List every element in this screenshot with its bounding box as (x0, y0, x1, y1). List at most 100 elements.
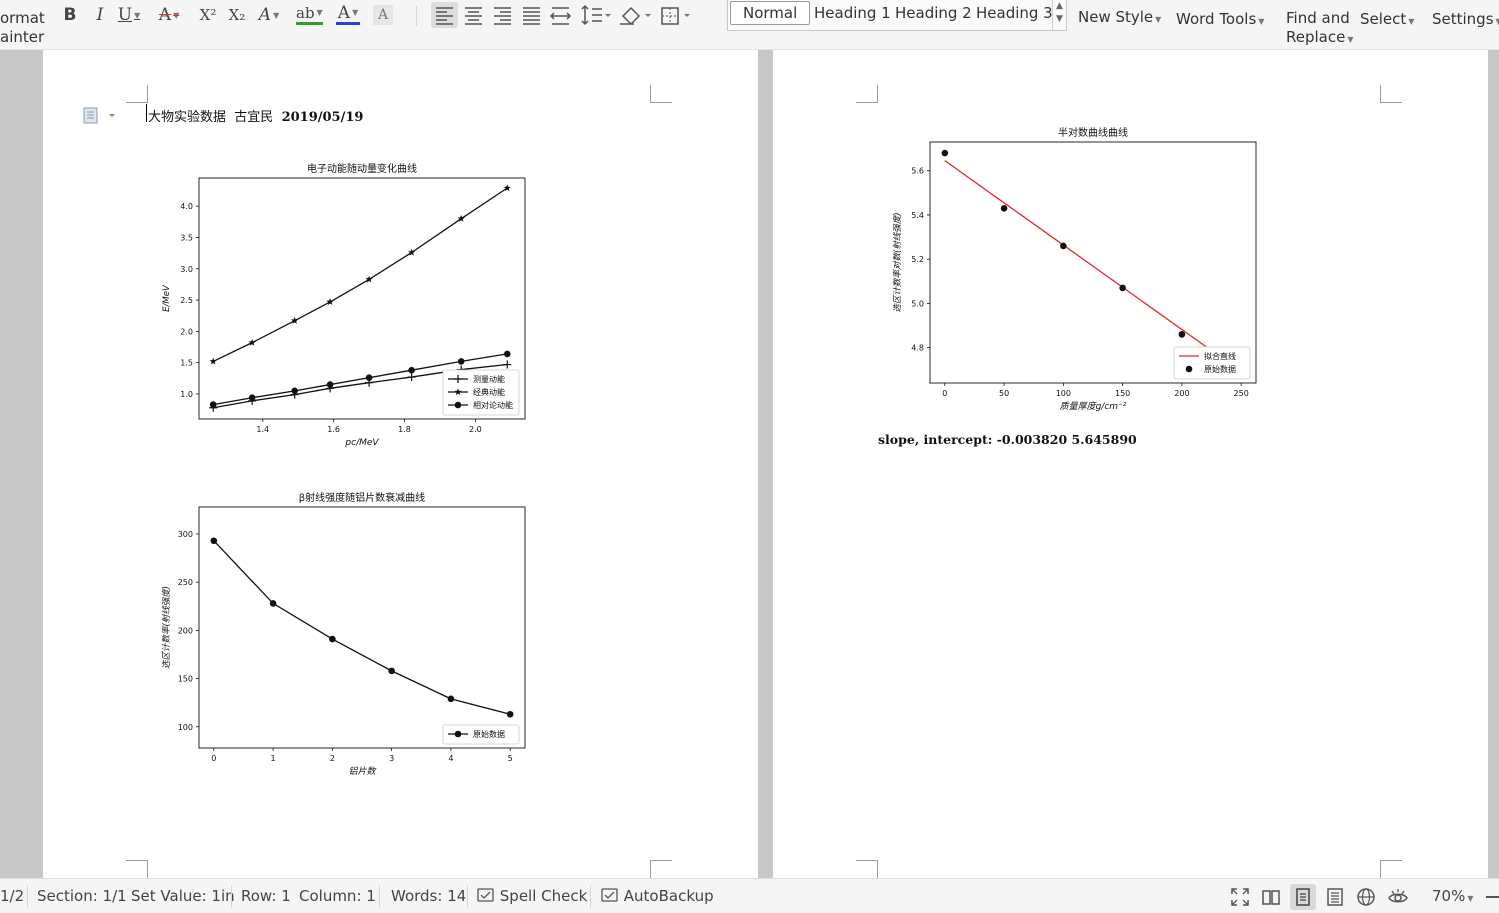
x-tick-label: 50 (999, 389, 1009, 398)
y-tick-label: 5.0 (911, 299, 924, 308)
paragraph-layout-icon[interactable] (83, 107, 117, 125)
style-heading-3[interactable]: Heading 3 (976, 4, 1053, 22)
page-view-icon[interactable] (1290, 884, 1316, 910)
superscript-label: X² (199, 6, 217, 24)
autobackup-button[interactable]: AutoBackup (601, 887, 714, 905)
zoom-level-dropdown[interactable]: 70% ▼ (1432, 887, 1474, 905)
settings-button[interactable]: Settings ▼ (1432, 10, 1499, 31)
data-point (506, 710, 514, 718)
line-spacing-icon[interactable] (581, 4, 611, 26)
find-replace-button[interactable]: Find and Replace ▼ (1286, 9, 1354, 49)
legend-label: 经典动能 (473, 387, 505, 397)
font-color-button[interactable]: A ▼ (336, 3, 360, 25)
data-point (210, 537, 218, 545)
column-indicator[interactable]: Column: 1 (299, 887, 376, 905)
strikethrough-button[interactable]: A ▼ (157, 3, 181, 27)
x-tick-label: 5 (508, 754, 513, 763)
fullscreen-icon[interactable] (1227, 884, 1253, 910)
x-tick-label: 1.8 (398, 425, 411, 434)
format-painter-button[interactable]: ormat ainter (0, 9, 45, 47)
set-value-indicator[interactable]: Set Value: 1in (131, 887, 235, 905)
settings-label: Settings (1432, 10, 1494, 28)
outline-view-icon[interactable] (1322, 884, 1348, 910)
crop-mark (1380, 860, 1402, 878)
superscript-button[interactable]: X² (196, 3, 220, 27)
char-shading-button[interactable]: A (373, 5, 393, 25)
y-axis-label: 选区计数率对数(射线强度) (892, 212, 903, 312)
subscript-button[interactable]: X₂ (225, 3, 249, 27)
underline-button[interactable]: U ▼ (117, 3, 141, 27)
series-经典动能 (209, 184, 511, 365)
align-center-icon[interactable] (465, 7, 482, 25)
chevron-down-icon: ▼ (273, 10, 280, 20)
y-tick-label: 1.0 (180, 390, 193, 399)
data-point (941, 149, 949, 157)
borders-icon[interactable] (661, 7, 690, 25)
eye-protection-icon[interactable] (1385, 884, 1411, 910)
align-left-icon[interactable] (431, 2, 458, 28)
legend: 原始数据 (442, 724, 520, 745)
italic-button[interactable]: I (88, 3, 112, 27)
document-page-2[interactable]: 半对数曲线曲线 0 50 100 150 200 250 4.8 5.0 5.2 5.4 5.6 质量厚… (773, 50, 1488, 878)
data-point (291, 387, 298, 395)
x-tick-label: 3 (389, 754, 394, 763)
heading-title: 大物实验数据 (148, 110, 227, 125)
align-right-icon[interactable] (494, 7, 511, 25)
word-tools-button[interactable]: Word Tools ▼ (1176, 10, 1264, 31)
fit-line (944, 160, 1212, 352)
style-gallery-scroll[interactable]: ▲ ▼ (1052, 0, 1066, 31)
format-painter-label-1: ormat (0, 9, 45, 27)
x-tick-label: 2 (330, 754, 335, 763)
page-indicator[interactable]: 1/2 (0, 887, 24, 905)
legend: 拟合直线原始数据 (1173, 346, 1251, 380)
format-painter-label-2: ainter (0, 28, 45, 46)
justify-icon[interactable] (523, 7, 540, 25)
x-axis-label: 铝片数 (348, 766, 376, 777)
status-divider (231, 885, 232, 908)
new-style-button[interactable]: New Style ▼ (1078, 8, 1161, 29)
y-axis-label: E/MeV (162, 284, 172, 312)
style-heading-1[interactable]: Heading 1 (814, 4, 891, 22)
read-mode-icon[interactable] (1258, 884, 1284, 910)
crop-mark (650, 85, 672, 103)
select-button[interactable]: Select ▼ (1360, 10, 1414, 31)
document-page-1[interactable]: 大物实验数据 古宜民 2019/05/19 电子动能随动量变化曲线 1.4 1.6 1… (43, 50, 758, 878)
y-tick-label: 2.5 (180, 296, 193, 305)
zoom-out-icon[interactable] (1486, 896, 1499, 898)
bold-button[interactable]: B (58, 3, 82, 27)
highlight-button[interactable]: ab ▼ (296, 3, 323, 25)
chevron-down-icon: ▼ (1467, 894, 1474, 903)
data-point (1060, 242, 1067, 250)
legend-label: 原始数据 (1204, 364, 1236, 374)
x-tick-label: 250 (1234, 389, 1249, 398)
chevron-down-icon: ▼ (1408, 17, 1415, 26)
web-view-icon[interactable] (1353, 884, 1379, 910)
word-count[interactable]: Words: 14 (391, 887, 466, 905)
distributed-icon[interactable] (549, 7, 572, 25)
heading-date: 2019/05/19 (281, 110, 364, 125)
style-normal[interactable]: Normal (730, 1, 811, 25)
y-tick-label: 250 (178, 578, 193, 587)
x-tick-label: 2.0 (469, 425, 482, 434)
row-indicator[interactable]: Row: 1 (241, 887, 291, 905)
chevron-down-icon: ▼ (134, 10, 141, 20)
highlight-label: ab (296, 3, 315, 22)
fit-result-text[interactable]: slope, intercept: -0.003820 5.645890 (878, 432, 1137, 447)
x-tick-label: 4 (448, 754, 453, 763)
subscript-label: X₂ (228, 6, 246, 24)
shading-icon[interactable] (620, 6, 651, 26)
data-point (269, 600, 277, 607)
status-bar: 1/2 Section: 1/1 Set Value: 1in Row: 1 C… (0, 878, 1499, 913)
text-effect-button[interactable]: A ▼ (257, 3, 281, 27)
document-heading[interactable]: 大物实验数据 古宜民 2019/05/19 (148, 106, 363, 125)
select-label: Select (1360, 10, 1407, 28)
spell-check-button[interactable]: Spell Check (477, 887, 587, 905)
section-indicator[interactable]: Section: 1/1 (37, 887, 127, 905)
x-tick-label: 0 (942, 389, 947, 398)
chart-kinetic-energy[interactable]: 电子动能随动量变化曲线 1.4 1.6 1.8 2.0 1.0 1.5 2.0 2.5 3.0 3.… (153, 158, 533, 458)
chart-semilog[interactable]: 半对数曲线曲线 0 50 100 150 200 250 4.8 5.0 5.2 5.4 5.6 质量厚… (883, 122, 1283, 422)
style-heading-2[interactable]: Heading 2 (895, 4, 972, 22)
y-tick-label: 5.4 (911, 211, 924, 220)
chart-beta-attenuation[interactable]: β射线强度随铝片数衰减曲线 0 1 2 3 4 5 100 150 200 250 300 铝片数 选区计… (153, 486, 533, 786)
font-color-label: A (337, 2, 351, 23)
